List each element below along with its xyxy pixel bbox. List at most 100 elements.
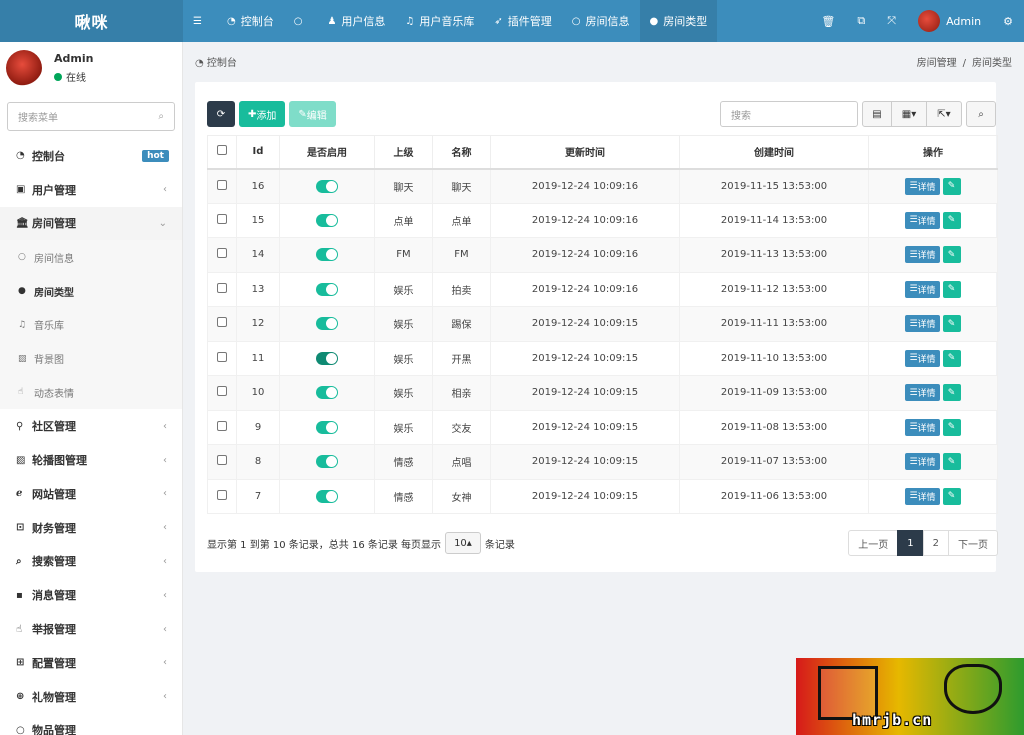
prev-page-button[interactable]: 上一页 [848, 530, 899, 556]
enabled-toggle[interactable] [316, 455, 338, 469]
header-enabled[interactable]: 是否启用 [279, 135, 375, 170]
row-checkbox[interactable] [217, 420, 227, 431]
detail-button[interactable]: ☰ 详情 [905, 349, 940, 367]
enabled-toggle[interactable] [316, 489, 338, 503]
row-checkbox[interactable] [217, 489, 227, 500]
sidebar-item-config[interactable]: ⊞ 配置管理 ‹ [0, 646, 182, 680]
table-row[interactable]: 16 聊天 聊天 2019-12-24 10:09:16 2019-11-15 13:5… [207, 168, 998, 204]
fullscreen-button[interactable]: ⤧ [876, 0, 907, 42]
table-row[interactable]: 15 点单 点单 2019-12-24 10:09:16 2019-11-14 13:5… [207, 202, 998, 238]
header-parent[interactable]: 上级 [374, 135, 433, 170]
enabled-toggle[interactable] [316, 213, 338, 227]
detail-button[interactable]: ☰ 详情 [905, 315, 940, 333]
edit-row-button[interactable]: ✎ [942, 453, 961, 471]
refresh-button[interactable]: ⟳ [207, 101, 235, 127]
enabled-toggle[interactable] [316, 179, 338, 193]
enabled-toggle[interactable] [316, 317, 338, 331]
table-row[interactable]: 12 娱乐 踢保 2019-12-24 10:09:15 2019-11-11 13:5… [207, 306, 998, 342]
enabled-toggle[interactable] [316, 420, 338, 434]
detail-button[interactable]: ☰ 详情 [905, 246, 940, 264]
clear-cache-button[interactable]: 🗑 [810, 0, 846, 42]
toggle-view-button[interactable]: ▤ [862, 101, 892, 127]
detail-button[interactable]: ☰ 详情 [905, 211, 940, 229]
edit-row-button[interactable]: ✎ [942, 418, 961, 436]
detail-button[interactable]: ☰ 详情 [905, 487, 940, 505]
columns-button[interactable]: ▦▾ [891, 101, 927, 127]
select-all-header[interactable] [207, 135, 237, 170]
sidebar-item-background[interactable]: ▨ 背景图 [0, 342, 182, 376]
sidebar-item-room-mgmt[interactable]: 🏛 房间管理 ⌄ [0, 206, 182, 241]
header-name[interactable]: 名称 [432, 135, 491, 170]
table-row[interactable]: 10 娱乐 相亲 2019-12-24 10:09:15 2019-11-09 13:5… [207, 375, 998, 411]
sidebar-item-search[interactable]: ⌕ 搜索管理 ‹ [0, 545, 182, 579]
select-all-checkbox[interactable] [217, 145, 227, 156]
row-checkbox[interactable] [217, 317, 227, 328]
breadcrumb-level1[interactable]: 房间管理 [917, 58, 957, 69]
nav-tab-user-music[interactable]: ♫ 用户音乐库 [395, 0, 484, 42]
page-1-button[interactable]: 1 [897, 530, 924, 556]
sidebar-item-dashboard[interactable]: ◔ 控制台 hot [0, 139, 182, 173]
nav-tab-dashboard[interactable]: ◔ 控制台 [217, 0, 284, 42]
header-updated[interactable]: 更新时间 [490, 135, 680, 170]
common-search-button[interactable]: ⌕ [966, 101, 996, 127]
detail-button[interactable]: ☰ 详情 [905, 384, 940, 402]
next-page-button[interactable]: 下一页 [948, 530, 998, 556]
sidebar-item-goods[interactable]: ○ 物品管理 [0, 714, 182, 735]
page-size-select[interactable]: 10 ▴ [445, 532, 481, 554]
edit-row-button[interactable]: ✎ [942, 211, 961, 229]
header-created[interactable]: 创建时间 [679, 135, 869, 170]
sidebar-item-room-info[interactable]: ○ 房间信息 [0, 240, 182, 274]
edit-row-button[interactable]: ✎ [942, 280, 961, 298]
table-row[interactable]: 7 情感 女神 2019-12-24 10:09:15 2019-11-06 13:53… [207, 478, 998, 514]
sidebar-item-carousel[interactable]: ▨ 轮播图管理 ‹ [0, 443, 182, 477]
nav-tab-room-info[interactable]: ○ 房间信息 [562, 0, 640, 42]
table-row[interactable]: 9 娱乐 交友 2019-12-24 10:09:15 2019-11-08 13:53… [207, 409, 998, 445]
nav-tab-plugins[interactable]: ➶ 插件管理 [484, 0, 561, 42]
detail-button[interactable]: ☰ 详情 [905, 177, 940, 195]
row-checkbox[interactable] [217, 351, 227, 362]
nav-tab-user-info[interactable]: ♟ 用户信息 [317, 0, 395, 42]
edit-row-button[interactable]: ✎ [942, 315, 961, 333]
settings-button[interactable]: ⚙ [992, 0, 1024, 42]
detail-button[interactable]: ☰ 详情 [905, 453, 940, 471]
export-button[interactable]: ⇱▾ [926, 101, 962, 127]
detail-button[interactable]: ☰ 详情 [905, 280, 940, 298]
add-button[interactable]: ✚ 添加 [239, 101, 286, 127]
table-row[interactable]: 11 娱乐 开黑 2019-12-24 10:09:15 2019-11-10 13:5… [207, 340, 998, 376]
row-checkbox[interactable] [217, 386, 227, 397]
sidebar-item-community[interactable]: ⚲ 社区管理 ‹ [0, 409, 182, 443]
edit-row-button[interactable]: ✎ [942, 246, 961, 264]
row-checkbox[interactable] [217, 455, 227, 466]
edit-row-button[interactable]: ✎ [942, 487, 961, 505]
table-row[interactable]: 8 情感 点唱 2019-12-24 10:09:15 2019-11-07 13:53… [207, 444, 998, 480]
sidebar-item-room-type[interactable]: ● 房间类型 [0, 274, 182, 308]
row-checkbox[interactable] [217, 282, 227, 293]
sidebar-item-finance[interactable]: ⊡ 财务管理 ‹ [0, 511, 182, 545]
sidebar-item-site[interactable]: ℯ 网站管理 ‹ [0, 477, 182, 511]
enabled-toggle[interactable] [316, 282, 338, 296]
enabled-toggle[interactable] [316, 351, 338, 365]
sidebar-item-gift[interactable]: ⊕ 礼物管理 ‹ [0, 680, 182, 714]
nav-tab-blank[interactable]: ○ [284, 0, 318, 42]
menu-toggle-button[interactable]: ☰ [183, 0, 217, 42]
user-menu[interactable]: Admin [907, 0, 992, 42]
table-row[interactable]: 14 FM FM 2019-12-24 10:09:16 2019-11-13 13:5… [207, 237, 998, 273]
row-checkbox[interactable] [217, 248, 227, 259]
language-button[interactable]: ⧉ [846, 0, 876, 42]
sidebar-item-music[interactable]: ♫ 音乐库 [0, 308, 182, 342]
enabled-toggle[interactable] [316, 386, 338, 400]
row-checkbox[interactable] [217, 179, 227, 190]
nav-tab-room-type[interactable]: ● 房间类型 [639, 0, 718, 42]
sidebar-item-message[interactable]: ▪ 消息管理 ‹ [0, 578, 182, 612]
detail-button[interactable]: ☰ 详情 [905, 418, 940, 436]
enabled-toggle[interactable] [316, 248, 338, 262]
header-id[interactable]: Id [236, 135, 280, 170]
edit-row-button[interactable]: ✎ [942, 384, 961, 402]
table-search-input[interactable]: 搜索 [720, 101, 858, 127]
breadcrumb-home[interactable]: ◔ 控制台 [195, 54, 237, 69]
edit-row-button[interactable]: ✎ [942, 177, 961, 195]
row-checkbox[interactable] [217, 213, 227, 224]
sidebar-search-input[interactable]: 搜索菜单 ⌕ [7, 102, 175, 131]
sidebar-item-user-mgmt[interactable]: ▣ 用户管理 ‹ [0, 173, 182, 207]
sidebar-item-report[interactable]: ☝ 举报管理 ‹ [0, 612, 182, 646]
